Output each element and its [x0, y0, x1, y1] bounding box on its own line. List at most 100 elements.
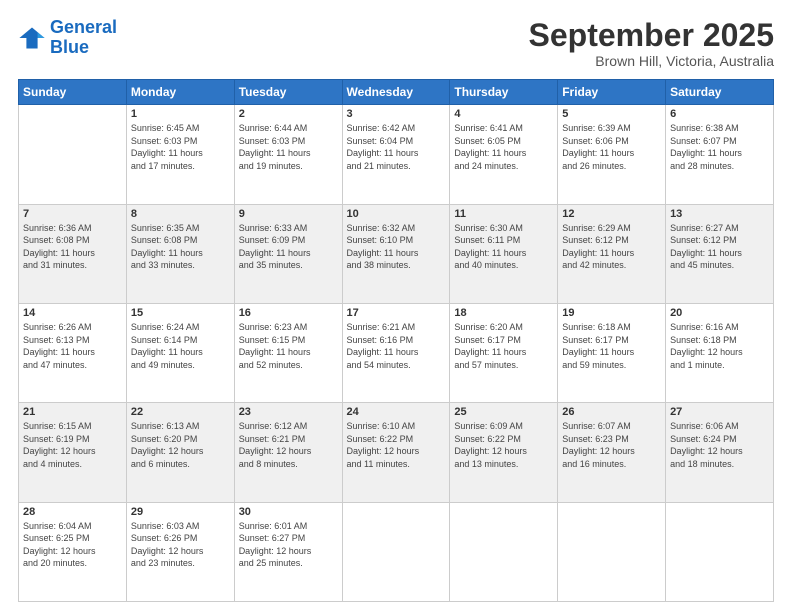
calendar-cell: 15 Sunrise: 6:24 AM Sunset: 6:14 PM Dayli… — [126, 303, 234, 402]
calendar-cell — [558, 502, 666, 601]
calendar-cell — [19, 105, 127, 204]
calendar-cell: 11 Sunrise: 6:30 AM Sunset: 6:11 PM Dayli… — [450, 204, 558, 303]
calendar-cell: 17 Sunrise: 6:21 AM Sunset: 6:16 PM Dayli… — [342, 303, 450, 402]
logo: General Blue — [18, 18, 117, 58]
header: General Blue September 2025 Brown Hill, … — [18, 18, 774, 69]
calendar-header-row: SundayMondayTuesdayWednesdayThursdayFrid… — [19, 80, 774, 105]
calendar-cell: 4Sunrise: 6:41 AM Sunset: 6:05 PM Daylig… — [450, 105, 558, 204]
day-header-wednesday: Wednesday — [342, 80, 450, 105]
calendar-week-row: 7 Sunrise: 6:36 AM Sunset: 6:08 PM Daylig… — [19, 204, 774, 303]
day-info: Sunrise: 6:32 AM Sunset: 6:10 PM Dayligh… — [347, 222, 446, 272]
day-header-tuesday: Tuesday — [234, 80, 342, 105]
logo-icon — [18, 24, 46, 52]
day-info: Sunrise: 6:15 AM Sunset: 6:19 PM Dayligh… — [23, 420, 122, 470]
day-number: 13 — [670, 208, 769, 220]
day-number: 27 — [670, 406, 769, 418]
day-info: Sunrise: 6:21 AM Sunset: 6:16 PM Dayligh… — [347, 321, 446, 371]
day-info: Sunrise: 6:10 AM Sunset: 6:22 PM Dayligh… — [347, 420, 446, 470]
day-info: Sunrise: 6:16 AM Sunset: 6:18 PM Dayligh… — [670, 321, 769, 371]
day-info: Sunrise: 6:20 AM Sunset: 6:17 PM Dayligh… — [454, 321, 553, 371]
day-info: Sunrise: 6:30 AM Sunset: 6:11 PM Dayligh… — [454, 222, 553, 272]
calendar-cell — [342, 502, 450, 601]
calendar-cell — [666, 502, 774, 601]
calendar-cell: 19Sunrise: 6:18 AM Sunset: 6:17 PM Dayli… — [558, 303, 666, 402]
page: General Blue September 2025 Brown Hill, … — [0, 0, 792, 612]
day-number: 8 — [131, 208, 230, 220]
day-number: 28 — [23, 506, 122, 518]
day-header-friday: Friday — [558, 80, 666, 105]
day-info: Sunrise: 6:35 AM Sunset: 6:08 PM Dayligh… — [131, 222, 230, 272]
calendar-cell: 28Sunrise: 6:04 AM Sunset: 6:25 PM Dayli… — [19, 502, 127, 601]
day-number: 3 — [347, 108, 446, 120]
calendar-cell: 13Sunrise: 6:27 AM Sunset: 6:12 PM Dayli… — [666, 204, 774, 303]
day-number: 26 — [562, 406, 661, 418]
day-info: Sunrise: 6:07 AM Sunset: 6:23 PM Dayligh… — [562, 420, 661, 470]
day-number: 15 — [131, 307, 230, 319]
calendar-cell: 25 Sunrise: 6:09 AM Sunset: 6:22 PM Dayli… — [450, 403, 558, 502]
day-number: 16 — [239, 307, 338, 319]
calendar-week-row: 21 Sunrise: 6:15 AM Sunset: 6:19 PM Dayli… — [19, 403, 774, 502]
day-number: 14 — [23, 307, 122, 319]
location: Brown Hill, Victoria, Australia — [529, 53, 774, 69]
day-info: Sunrise: 6:41 AM Sunset: 6:05 PM Dayligh… — [454, 122, 553, 172]
day-info: Sunrise: 6:13 AM Sunset: 6:20 PM Dayligh… — [131, 420, 230, 470]
day-number: 5 — [562, 108, 661, 120]
day-info: Sunrise: 6:24 AM Sunset: 6:14 PM Dayligh… — [131, 321, 230, 371]
calendar-cell: 6 Sunrise: 6:38 AM Sunset: 6:07 PM Daylig… — [666, 105, 774, 204]
day-header-monday: Monday — [126, 80, 234, 105]
calendar-week-row: 28Sunrise: 6:04 AM Sunset: 6:25 PM Dayli… — [19, 502, 774, 601]
calendar-cell: 9Sunrise: 6:33 AM Sunset: 6:09 PM Daylig… — [234, 204, 342, 303]
day-number: 11 — [454, 208, 553, 220]
day-info: Sunrise: 6:01 AM Sunset: 6:27 PM Dayligh… — [239, 520, 338, 570]
calendar-cell: 14 Sunrise: 6:26 AM Sunset: 6:13 PM Dayli… — [19, 303, 127, 402]
calendar-cell: 21 Sunrise: 6:15 AM Sunset: 6:19 PM Dayli… — [19, 403, 127, 502]
day-number: 21 — [23, 406, 122, 418]
calendar-cell: 29Sunrise: 6:03 AM Sunset: 6:26 PM Dayli… — [126, 502, 234, 601]
calendar-cell: 7 Sunrise: 6:36 AM Sunset: 6:08 PM Daylig… — [19, 204, 127, 303]
day-info: Sunrise: 6:36 AM Sunset: 6:08 PM Dayligh… — [23, 222, 122, 272]
calendar-cell: 24 Sunrise: 6:10 AM Sunset: 6:22 PM Dayli… — [342, 403, 450, 502]
day-number: 17 — [347, 307, 446, 319]
day-info: Sunrise: 6:03 AM Sunset: 6:26 PM Dayligh… — [131, 520, 230, 570]
calendar-cell: 26 Sunrise: 6:07 AM Sunset: 6:23 PM Dayli… — [558, 403, 666, 502]
day-header-sunday: Sunday — [19, 80, 127, 105]
day-number: 19 — [562, 307, 661, 319]
calendar-cell: 27 Sunrise: 6:06 AM Sunset: 6:24 PM Dayli… — [666, 403, 774, 502]
day-info: Sunrise: 6:26 AM Sunset: 6:13 PM Dayligh… — [23, 321, 122, 371]
calendar-cell: 22 Sunrise: 6:13 AM Sunset: 6:20 PM Dayli… — [126, 403, 234, 502]
day-number: 1 — [131, 108, 230, 120]
calendar-cell — [450, 502, 558, 601]
day-info: Sunrise: 6:09 AM Sunset: 6:22 PM Dayligh… — [454, 420, 553, 470]
calendar-cell: 1Sunrise: 6:45 AM Sunset: 6:03 PM Daylig… — [126, 105, 234, 204]
day-info: Sunrise: 6:39 AM Sunset: 6:06 PM Dayligh… — [562, 122, 661, 172]
calendar-cell: 18 Sunrise: 6:20 AM Sunset: 6:17 PM Dayli… — [450, 303, 558, 402]
calendar-cell: 5 Sunrise: 6:39 AM Sunset: 6:06 PM Daylig… — [558, 105, 666, 204]
day-info: Sunrise: 6:06 AM Sunset: 6:24 PM Dayligh… — [670, 420, 769, 470]
day-number: 18 — [454, 307, 553, 319]
calendar-cell: 3Sunrise: 6:42 AM Sunset: 6:04 PM Daylig… — [342, 105, 450, 204]
day-number: 7 — [23, 208, 122, 220]
day-number: 6 — [670, 108, 769, 120]
day-number: 23 — [239, 406, 338, 418]
day-info: Sunrise: 6:44 AM Sunset: 6:03 PM Dayligh… — [239, 122, 338, 172]
calendar-cell: 30 Sunrise: 6:01 AM Sunset: 6:27 PM Dayli… — [234, 502, 342, 601]
day-number: 22 — [131, 406, 230, 418]
day-info: Sunrise: 6:23 AM Sunset: 6:15 PM Dayligh… — [239, 321, 338, 371]
calendar-cell: 12 Sunrise: 6:29 AM Sunset: 6:12 PM Dayli… — [558, 204, 666, 303]
day-number: 30 — [239, 506, 338, 518]
calendar-cell: 20Sunrise: 6:16 AM Sunset: 6:18 PM Dayli… — [666, 303, 774, 402]
day-info: Sunrise: 6:38 AM Sunset: 6:07 PM Dayligh… — [670, 122, 769, 172]
calendar-table: SundayMondayTuesdayWednesdayThursdayFrid… — [18, 79, 774, 602]
logo-general: General — [50, 17, 117, 37]
calendar-cell: 16 Sunrise: 6:23 AM Sunset: 6:15 PM Dayli… — [234, 303, 342, 402]
day-number: 9 — [239, 208, 338, 220]
day-number: 25 — [454, 406, 553, 418]
day-info: Sunrise: 6:29 AM Sunset: 6:12 PM Dayligh… — [562, 222, 661, 272]
month-title: September 2025 — [529, 18, 774, 53]
day-header-thursday: Thursday — [450, 80, 558, 105]
calendar-cell: 10 Sunrise: 6:32 AM Sunset: 6:10 PM Dayli… — [342, 204, 450, 303]
day-number: 24 — [347, 406, 446, 418]
day-number: 10 — [347, 208, 446, 220]
day-number: 12 — [562, 208, 661, 220]
day-header-saturday: Saturday — [666, 80, 774, 105]
